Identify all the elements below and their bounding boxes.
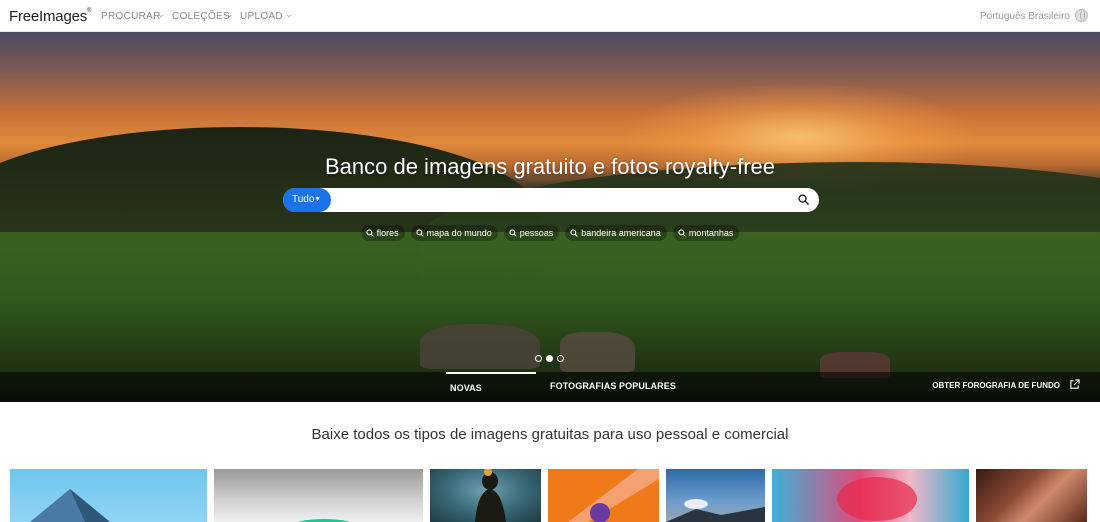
suggestion-chip[interactable]: flores: [360, 225, 405, 241]
tab-fotografias-populares[interactable]: FOTOGRAFIAS POPULARES: [550, 372, 676, 402]
search-input[interactable]: [335, 190, 785, 210]
hero-rock: [560, 332, 635, 372]
search-bar: Tudo ▼: [283, 188, 819, 212]
get-background-link[interactable]: OBTER FOROGRAFIA DE FUNDO: [932, 381, 1060, 390]
search-icon: [570, 229, 578, 237]
image-thumbnail[interactable]: [976, 469, 1087, 522]
logo-text: FreeImages: [9, 8, 88, 25]
hero-title: Banco de imagens gratuito e fotos royalt…: [324, 154, 776, 179]
image-thumbnail[interactable]: [666, 469, 765, 522]
hero-banner: Banco de imagens gratuito e fotos royalt…: [0, 32, 1100, 402]
suggestion-label: bandeira americana: [581, 228, 661, 238]
top-navigation: FreeImages® PROCURAR ⌄ COLEÇÕES ⌄ UPLOAD…: [0, 0, 1100, 32]
hero-rock: [420, 324, 540, 369]
pyramid-image: [30, 489, 110, 522]
search-icon: [366, 229, 374, 237]
tab-novas-fotografias[interactable]: NOVAS FOTOGRAFIAS: [446, 372, 536, 402]
chevron-down-icon[interactable]: ⌄: [226, 9, 234, 20]
cloud-image: [298, 519, 350, 522]
hero-tab-bar: NOVAS FOTOGRAFIAS FOTOGRAFIAS POPULARES …: [0, 372, 1100, 402]
search-suggestions: flores mapa do mundo pessoas bandeira am…: [0, 225, 1100, 241]
chevron-down-icon: ▼: [314, 196, 321, 203]
chevron-down-icon[interactable]: ⌄: [285, 9, 293, 20]
suggestion-label: mapa do mundo: [426, 228, 492, 238]
search-icon: [509, 229, 517, 237]
abstract-orange-image: [568, 469, 659, 522]
suggestion-chip[interactable]: mapa do mundo: [410, 225, 498, 241]
suggestion-label: pessoas: [519, 228, 554, 238]
image-thumbnail[interactable]: [214, 469, 423, 522]
section-title: Baixe todos os tipos de imagens gratuita…: [311, 426, 789, 443]
suggestion-label: montanhas: [688, 228, 734, 238]
search-icon: [678, 229, 686, 237]
chevron-down-icon[interactable]: ⌄: [157, 9, 165, 20]
image-thumbnail[interactable]: [10, 469, 207, 522]
suggestion-label: flores: [376, 228, 399, 238]
carousel-indicators: [535, 355, 568, 362]
suggestion-chip[interactable]: bandeira americana: [565, 225, 667, 241]
nav-item-upload[interactable]: UPLOAD: [240, 11, 283, 22]
site-logo[interactable]: FreeImages®: [9, 8, 91, 25]
image-thumbnail[interactable]: [548, 469, 659, 522]
nav-item-procurar[interactable]: PROCURAR: [101, 11, 161, 22]
carousel-dot[interactable]: [557, 355, 564, 362]
logo-registered-mark: ®: [87, 8, 92, 14]
search-scope-label: Tudo: [292, 194, 315, 205]
image-grid: [0, 469, 1100, 522]
image-thumbnail[interactable]: [430, 469, 541, 522]
search-icon[interactable]: [798, 194, 809, 205]
nav-item-colecoes[interactable]: COLEÇÕES: [172, 11, 230, 22]
search-scope-dropdown[interactable]: Tudo ▼: [283, 188, 331, 212]
image-thumbnail[interactable]: [772, 469, 969, 522]
mountain-sky-image: [666, 499, 765, 522]
language-selector[interactable]: Português Brasileiro: [980, 11, 1070, 22]
color-splash-image: [837, 477, 917, 521]
silhouette-image: [475, 469, 506, 522]
suggestion-chip[interactable]: pessoas: [503, 225, 560, 241]
external-link-icon[interactable]: [1069, 379, 1080, 390]
carousel-dot-active[interactable]: [546, 355, 553, 362]
suggestion-chip[interactable]: montanhas: [672, 225, 740, 241]
globe-icon[interactable]: [1075, 9, 1088, 22]
carousel-dot[interactable]: [535, 355, 542, 362]
search-icon: [416, 229, 424, 237]
